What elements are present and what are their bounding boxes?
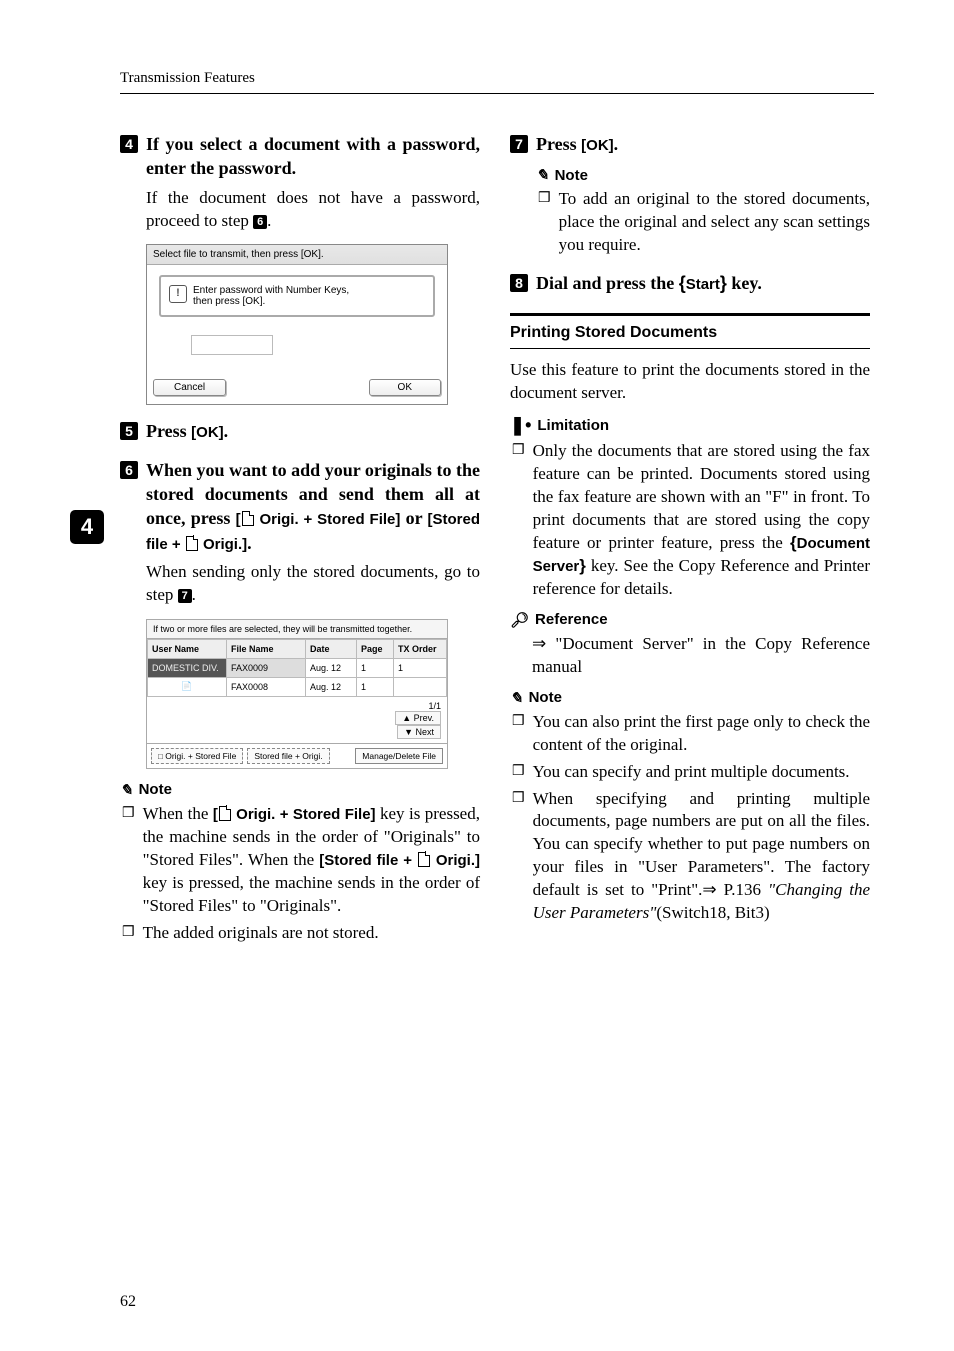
step-7-icon: 7: [510, 135, 528, 153]
step-6-icon: 6: [120, 461, 138, 479]
note-heading-right: ✎ Note: [510, 689, 870, 707]
file-list-screenshot: If two or more files are selected, they …: [146, 619, 448, 769]
note-item-1: ❒ When the [ Origi. + Stored File] key i…: [120, 803, 480, 918]
ok-button[interactable]: OK: [369, 379, 441, 396]
list-header-text: If two or more files are selected, they …: [147, 620, 447, 639]
page-header: Transmission Features: [120, 70, 874, 94]
key-close: }: [720, 273, 727, 293]
bullet-icon: ❒: [122, 805, 135, 918]
bullet-icon: ❒: [512, 790, 525, 926]
step-6-ui-b-tail: Origi.]: [199, 536, 247, 553]
dialog-title: Select file to transmit, then press [OK]…: [147, 245, 447, 265]
magnifier-icon: 🔎︎: [510, 611, 529, 629]
note-item-2: ❒ The added originals are not stored.: [120, 922, 480, 945]
step-6-heading: 6 When you want to add your originals to…: [120, 458, 480, 555]
manage-delete-button[interactable]: Manage/Delete File: [355, 748, 443, 764]
reference-body: ⇒ "Document Server" in the Copy Referenc…: [510, 633, 870, 679]
note-label: Note: [555, 167, 588, 184]
step-8-pre: Dial and press the: [536, 273, 679, 293]
reference-label: Reference: [535, 611, 608, 628]
document-icon: [186, 536, 198, 551]
col-file[interactable]: File Name: [227, 639, 306, 658]
pencil-icon: ✎: [536, 166, 549, 184]
right-column: 7 Press [OK]. ✎ Note ❒ To add an origina…: [510, 118, 870, 948]
col-page[interactable]: Page: [357, 639, 394, 658]
password-input[interactable]: [191, 335, 273, 355]
step-8-heading: 8 Dial and press the {Start} key.: [510, 271, 870, 295]
note-heading-left: ✎ Note: [120, 781, 480, 799]
cancel-button[interactable]: Cancel: [153, 379, 226, 396]
page-indicator: 1/1: [428, 701, 441, 711]
ok-label: [OK]: [191, 424, 224, 441]
step-7-heading: 7 Press [OK].: [510, 132, 870, 156]
reference-heading: 🔎︎ Reference: [510, 611, 870, 629]
note-label: Note: [139, 781, 172, 798]
bullet-icon: ❒: [512, 713, 525, 757]
printing-subheading: Printing Stored Documents: [510, 313, 870, 349]
bullet-icon: ❒: [512, 763, 525, 784]
step-4-heading: 4 If you select a document with a passwo…: [120, 132, 480, 181]
prev-button[interactable]: ▲ Prev.: [395, 711, 441, 725]
step-6-mid: or: [400, 508, 427, 528]
limitation-heading: ❚• Limitation: [510, 415, 870, 436]
content-columns: 4 If you select a document with a passwo…: [120, 118, 874, 948]
note2-item-3: ❒ When specifying and printing multiple …: [510, 788, 870, 926]
dialog-line2: then press [OK].: [193, 296, 265, 307]
list-pager: 1/1 ▲ Prev. ▼ Next: [147, 697, 447, 743]
step-6-body: When sending only the stored documents, …: [120, 561, 480, 607]
step-8-tail: key.: [727, 273, 762, 293]
pencil-icon: ✎: [120, 781, 133, 799]
step-5-tail: .: [224, 421, 229, 441]
origi-stored-button[interactable]: □ Origi. + Stored File: [151, 748, 243, 764]
step-6-tail: .: [247, 533, 252, 553]
pencil-icon: ✎: [510, 689, 523, 707]
table-row[interactable]: DOMESTIC DIV. FAX0009 Aug. 12 1 1: [148, 658, 447, 677]
step-4-body: If the document does not have a password…: [120, 187, 480, 233]
step-7-tail: .: [614, 134, 619, 154]
limitation-icon: ❚•: [510, 415, 531, 436]
document-icon: [242, 511, 254, 526]
col-date[interactable]: Date: [306, 639, 357, 658]
limitation-item: ❒ Only the documents that are stored usi…: [510, 440, 870, 601]
step-5-heading: 5 Press [OK].: [120, 419, 480, 443]
note-label: Note: [529, 689, 562, 706]
bullet-icon: ❒: [538, 190, 551, 257]
bullet-icon: ❒: [122, 924, 135, 945]
dialog-line1: Enter password with Number Keys,: [193, 285, 349, 296]
page-number: 62: [120, 1293, 136, 1311]
printing-intro: Use this feature to print the documents …: [510, 359, 870, 405]
step-8-icon: 8: [510, 274, 528, 292]
step-6-ui-a-tail: Origi. + Stored File]: [255, 511, 401, 528]
limitation-label: Limitation: [537, 417, 609, 434]
note-7-item: ❒ To add an original to the stored docum…: [536, 188, 870, 257]
col-user[interactable]: User Name: [148, 639, 227, 658]
bullet-icon: ❒: [512, 442, 525, 601]
password-dialog-screenshot: Select file to transmit, then press [OK]…: [146, 244, 448, 405]
left-column: 4 If you select a document with a passwo…: [120, 118, 480, 948]
document-icon: [418, 852, 430, 867]
step-7-pre: Press: [536, 134, 581, 154]
table-row[interactable]: 📄 FAX0008 Aug. 12 1: [148, 677, 447, 696]
start-key-label: Start: [686, 276, 720, 293]
next-button[interactable]: ▼ Next: [397, 725, 441, 739]
file-table: User Name File Name Date Page TX Order D…: [147, 639, 447, 697]
col-txorder[interactable]: TX Order: [394, 639, 447, 658]
step-6-ui-a-open: [: [236, 511, 241, 528]
note-heading-7: ✎ Note: [536, 166, 870, 184]
ok-label: [OK]: [581, 137, 614, 154]
document-icon: [219, 806, 231, 821]
step-5-icon: 5: [120, 422, 138, 440]
stored-origi-button[interactable]: Stored file + Origi.: [247, 748, 329, 764]
note2-item-2: ❒ You can specify and print multiple doc…: [510, 761, 870, 784]
warning-icon: !: [169, 285, 187, 303]
step-4-icon: 4: [120, 135, 138, 153]
key-open: {: [679, 273, 686, 293]
dialog-message-panel: ! Enter password with Number Keys, then …: [159, 275, 435, 317]
chapter-tab: 4: [70, 510, 104, 544]
step-4-text: If you select a document with a password…: [146, 132, 480, 181]
note2-item-1: ❒ You can also print the first page only…: [510, 711, 870, 757]
step-5-pre: Press: [146, 421, 191, 441]
